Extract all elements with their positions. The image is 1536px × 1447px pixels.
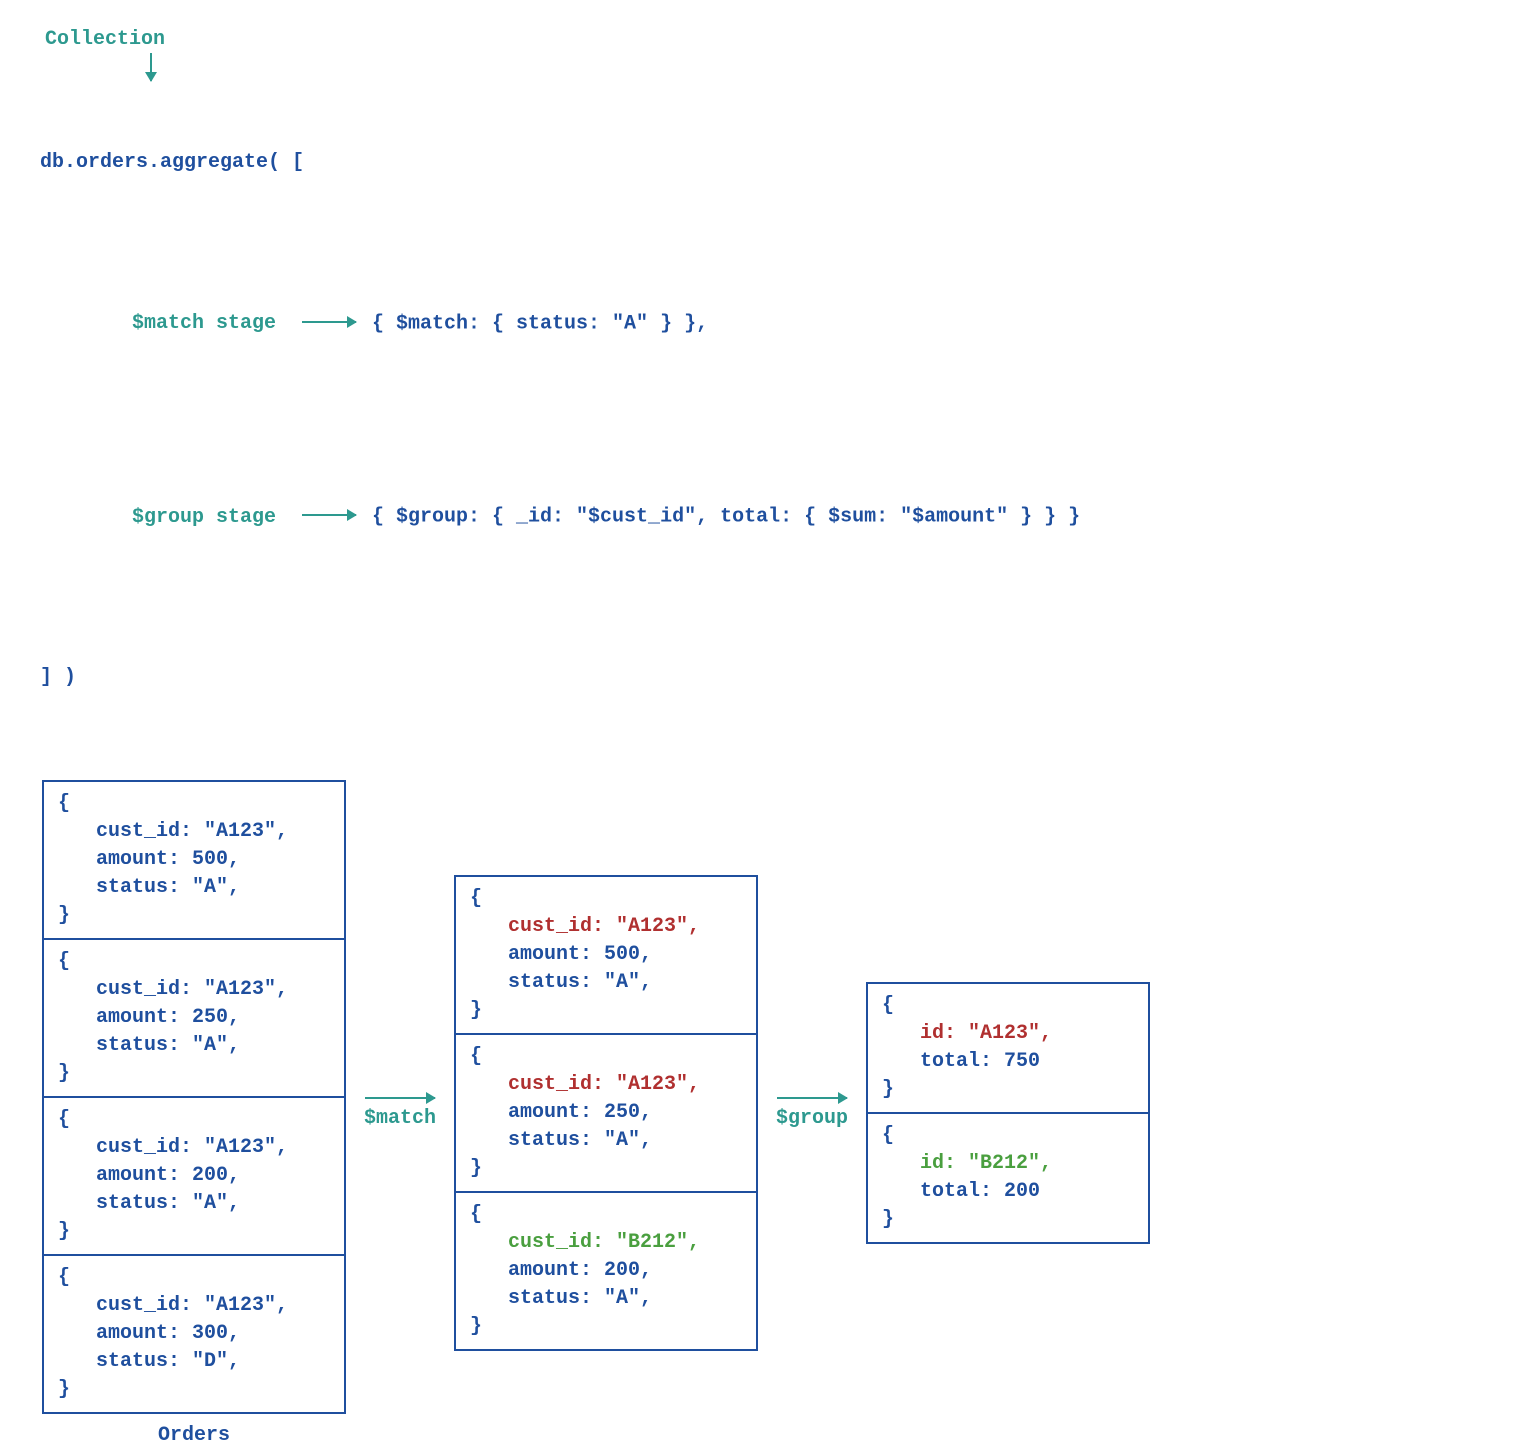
doc-status: status: "D",	[96, 1350, 240, 1373]
doc-status: status: "A",	[508, 971, 652, 994]
doc-cust: cust_id: "A123",	[96, 1294, 288, 1317]
grouped-doc: {id: "A123", total: 750}	[868, 984, 1148, 1114]
doc-amount: amount: 250,	[508, 1101, 652, 1124]
code-header: db.orders.aggregate( [ $match stage { $ma…	[40, 83, 1496, 758]
group-arrow-block: $group	[776, 1097, 848, 1130]
doc-id: id: "A123",	[920, 1022, 1052, 1045]
order-doc: {cust_id: "A123", amount: 200, status: "…	[44, 1098, 344, 1256]
doc-amount: amount: 500,	[508, 943, 652, 966]
doc-cust: cust_id: "A123",	[508, 915, 700, 938]
match-stage-label: $match stage	[112, 308, 302, 340]
doc-cust: cust_id: "A123",	[508, 1073, 700, 1096]
order-doc: {cust_id: "A123", amount: 250, status: "…	[44, 940, 344, 1098]
doc-cust: cust_id: "A123",	[96, 820, 288, 843]
matched-box: {cust_id: "A123", amount: 500, status: "…	[454, 875, 758, 1351]
doc-amount: amount: 300,	[96, 1322, 240, 1345]
doc-status: status: "A",	[508, 1287, 652, 1310]
arrow-right-icon	[302, 321, 356, 323]
pipeline-row: {cust_id: "A123", amount: 500, status: "…	[42, 780, 1496, 1447]
matched-column: {cust_id: "A123", amount: 500, status: "…	[454, 875, 758, 1351]
doc-status: status: "A",	[96, 1192, 240, 1215]
orders-box: {cust_id: "A123", amount: 500, status: "…	[42, 780, 346, 1414]
grouped-column: {id: "A123", total: 750} {id: "B212", to…	[866, 982, 1150, 1244]
orders-column: {cust_id: "A123", amount: 500, status: "…	[42, 780, 346, 1447]
diagram-root: Collection db.orders.aggregate( [ $match…	[0, 0, 1536, 1447]
group-stage-code: { $group: { _id: "$cust_id", total: { $s…	[372, 506, 1080, 529]
matched-doc: {cust_id: "B212", amount: 200, status: "…	[456, 1193, 756, 1349]
arrow-right-icon	[302, 514, 356, 516]
doc-amount: amount: 200,	[96, 1164, 240, 1187]
match-arrow-label: $match	[364, 1107, 436, 1130]
arrow-down-icon	[150, 53, 152, 81]
aggregate-close: ] )	[40, 662, 1496, 694]
doc-amount: amount: 250,	[96, 1006, 240, 1029]
doc-amount: amount: 200,	[508, 1259, 652, 1282]
group-arrow-label: $group	[776, 1107, 848, 1130]
doc-cust: cust_id: "A123",	[96, 1136, 288, 1159]
order-doc: {cust_id: "A123", amount: 500, status: "…	[44, 782, 344, 940]
collection-label: Collection	[45, 28, 1496, 51]
order-doc: {cust_id: "A123", amount: 300, status: "…	[44, 1256, 344, 1412]
doc-status: status: "A",	[508, 1129, 652, 1152]
doc-total: total: 750	[920, 1050, 1040, 1073]
matched-doc: {cust_id: "A123", amount: 500, status: "…	[456, 877, 756, 1035]
grouped-doc: {id: "B212", total: 200}	[868, 1114, 1148, 1242]
match-stage-code: { $match: { status: "A" } },	[372, 312, 708, 335]
aggregate-call: db.orders.aggregate( [	[40, 147, 1496, 179]
doc-amount: amount: 500,	[96, 848, 240, 871]
match-arrow-block: $match	[364, 1097, 436, 1130]
arrow-right-icon	[777, 1097, 847, 1099]
group-stage-label: $group stage	[112, 502, 302, 534]
grouped-box: {id: "A123", total: 750} {id: "B212", to…	[866, 982, 1150, 1244]
doc-status: status: "A",	[96, 876, 240, 899]
orders-caption: Orders	[158, 1424, 230, 1447]
doc-total: total: 200	[920, 1180, 1040, 1203]
matched-doc: {cust_id: "A123", amount: 250, status: "…	[456, 1035, 756, 1193]
doc-cust: cust_id: "B212",	[508, 1231, 700, 1254]
doc-status: status: "A",	[96, 1034, 240, 1057]
doc-cust: cust_id: "A123",	[96, 978, 288, 1001]
doc-id: id: "B212",	[920, 1152, 1052, 1175]
arrow-right-icon	[365, 1097, 435, 1099]
